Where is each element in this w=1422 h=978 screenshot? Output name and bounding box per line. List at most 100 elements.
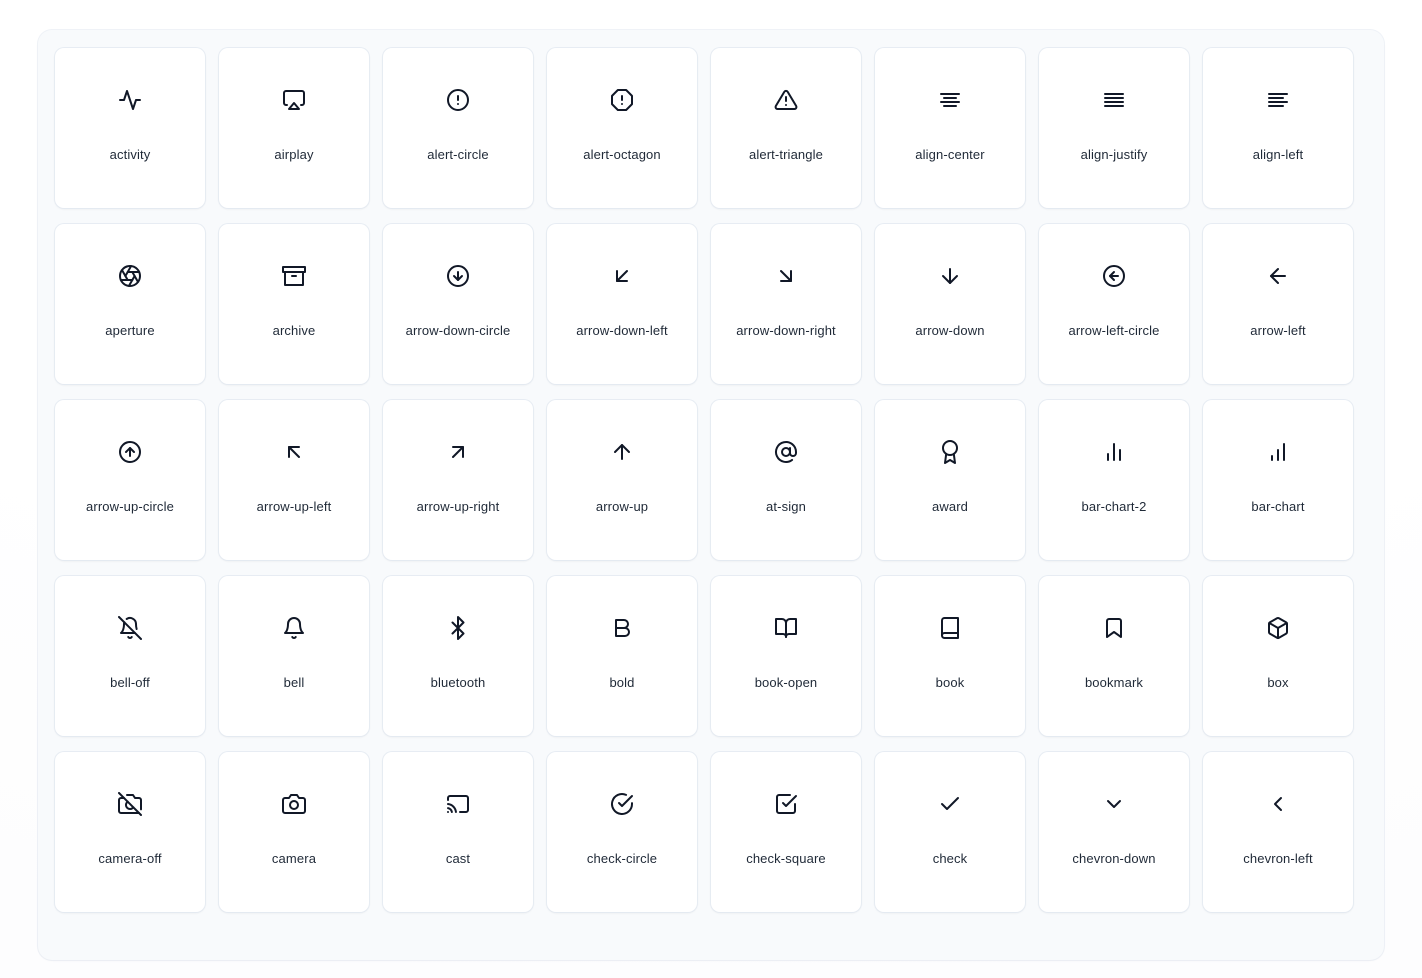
icon-card-box[interactable]: box — [1203, 576, 1353, 736]
icon-label: align-left — [1252, 147, 1304, 162]
icon-card-aperture[interactable]: aperture — [55, 224, 205, 384]
alert-circle-icon — [383, 48, 533, 152]
icon-label: check-circle — [586, 851, 658, 866]
at-sign-icon — [711, 400, 861, 504]
camera-off-icon — [55, 752, 205, 856]
icon-label: check-square — [746, 851, 826, 866]
icon-card-camera-off[interactable]: camera-off — [55, 752, 205, 912]
icon-card-book-open[interactable]: book-open — [711, 576, 861, 736]
icon-label: chevron-left — [1243, 851, 1313, 866]
icon-card-align-left[interactable]: align-left — [1203, 48, 1353, 208]
icon-card-cast[interactable]: cast — [383, 752, 533, 912]
icon-label: cast — [445, 851, 471, 866]
icon-label: bold — [609, 675, 635, 690]
icon-card-arrow-up-left[interactable]: arrow-up-left — [219, 400, 369, 560]
icon-label: arrow-up-right — [416, 499, 500, 514]
arrow-down-right-icon — [711, 224, 861, 328]
icon-label: check — [932, 851, 968, 866]
align-center-icon — [875, 48, 1025, 152]
arrow-up-left-icon — [219, 400, 369, 504]
icon-label: arrow-up-left — [256, 499, 332, 514]
icon-card-align-center[interactable]: align-center — [875, 48, 1025, 208]
icon-label: at-sign — [766, 499, 806, 514]
icon-label: align-center — [915, 147, 985, 162]
align-justify-icon — [1039, 48, 1189, 152]
icon-card-bold[interactable]: bold — [547, 576, 697, 736]
align-left-icon — [1203, 48, 1353, 152]
icon-card-align-justify[interactable]: align-justify — [1039, 48, 1189, 208]
icon-card-activity[interactable]: activity — [55, 48, 205, 208]
icon-label: aperture — [105, 323, 155, 338]
arrow-down-icon — [875, 224, 1025, 328]
award-icon — [875, 400, 1025, 504]
icon-card-arrow-up[interactable]: arrow-up — [547, 400, 697, 560]
alert-octagon-icon — [547, 48, 697, 152]
icon-label: alert-triangle — [748, 147, 824, 162]
cast-icon — [383, 752, 533, 856]
icon-card-bluetooth[interactable]: bluetooth — [383, 576, 533, 736]
icon-label: bar-chart-2 — [1081, 499, 1147, 514]
bell-icon — [219, 576, 369, 680]
icon-card-alert-triangle[interactable]: alert-triangle — [711, 48, 861, 208]
icon-label: book — [935, 675, 965, 690]
icon-label: alert-octagon — [583, 147, 661, 162]
icon-card-alert-octagon[interactable]: alert-octagon — [547, 48, 697, 208]
bluetooth-icon — [383, 576, 533, 680]
icon-card-bell-off[interactable]: bell-off — [55, 576, 205, 736]
icon-label: arrow-up — [595, 499, 649, 514]
icon-label: award — [931, 499, 969, 514]
icon-label: bell-off — [110, 675, 150, 690]
bar-chart-icon — [1203, 400, 1353, 504]
icon-card-award[interactable]: award — [875, 400, 1025, 560]
icon-card-arrow-down[interactable]: arrow-down — [875, 224, 1025, 384]
chevron-down-icon — [1039, 752, 1189, 856]
icon-label: arrow-down — [915, 323, 985, 338]
icon-card-arrow-left[interactable]: arrow-left — [1203, 224, 1353, 384]
camera-icon — [219, 752, 369, 856]
icon-card-check[interactable]: check — [875, 752, 1025, 912]
icon-card-arrow-down-circle[interactable]: arrow-down-circle — [383, 224, 533, 384]
icon-label: arrow-left-circle — [1068, 323, 1160, 338]
page-background: activity airplay alert-circle alert-octagon… — [0, 0, 1422, 978]
icon-card-arrow-down-left[interactable]: arrow-down-left — [547, 224, 697, 384]
aperture-icon — [55, 224, 205, 328]
icon-label: align-justify — [1080, 147, 1148, 162]
icon-card-chevron-left[interactable]: chevron-left — [1203, 752, 1353, 912]
arrow-down-left-icon — [547, 224, 697, 328]
icon-label: bluetooth — [430, 675, 486, 690]
icon-label: camera — [271, 851, 317, 866]
arrow-left-circle-icon — [1039, 224, 1189, 328]
icon-card-chevron-down[interactable]: chevron-down — [1039, 752, 1189, 912]
icon-label: alert-circle — [427, 147, 489, 162]
icon-card-arrow-up-circle[interactable]: arrow-up-circle — [55, 400, 205, 560]
chevron-left-icon — [1203, 752, 1353, 856]
icon-card-bookmark[interactable]: bookmark — [1039, 576, 1189, 736]
icon-card-check-square[interactable]: check-square — [711, 752, 861, 912]
icon-card-book[interactable]: book — [875, 576, 1025, 736]
bell-off-icon — [55, 576, 205, 680]
icon-card-arrow-up-right[interactable]: arrow-up-right — [383, 400, 533, 560]
icon-label: camera-off — [98, 851, 162, 866]
icon-card-camera[interactable]: camera — [219, 752, 369, 912]
arrow-left-icon — [1203, 224, 1353, 328]
icon-card-check-circle[interactable]: check-circle — [547, 752, 697, 912]
icon-card-arrow-down-right[interactable]: arrow-down-right — [711, 224, 861, 384]
icon-card-archive[interactable]: archive — [219, 224, 369, 384]
icon-card-at-sign[interactable]: at-sign — [711, 400, 861, 560]
book-open-icon — [711, 576, 861, 680]
check-circle-icon — [547, 752, 697, 856]
icon-card-bell[interactable]: bell — [219, 576, 369, 736]
icon-label: bar-chart — [1251, 499, 1305, 514]
alert-triangle-icon — [711, 48, 861, 152]
icon-label: box — [1267, 675, 1289, 690]
archive-icon — [219, 224, 369, 328]
icon-card-alert-circle[interactable]: alert-circle — [383, 48, 533, 208]
icon-card-bar-chart-2[interactable]: bar-chart-2 — [1039, 400, 1189, 560]
arrow-up-icon — [547, 400, 697, 504]
icon-card-bar-chart[interactable]: bar-chart — [1203, 400, 1353, 560]
bookmark-icon — [1039, 576, 1189, 680]
box-icon — [1203, 576, 1353, 680]
icon-card-arrow-left-circle[interactable]: arrow-left-circle — [1039, 224, 1189, 384]
icon-label: book-open — [754, 675, 818, 690]
icon-card-airplay[interactable]: airplay — [219, 48, 369, 208]
